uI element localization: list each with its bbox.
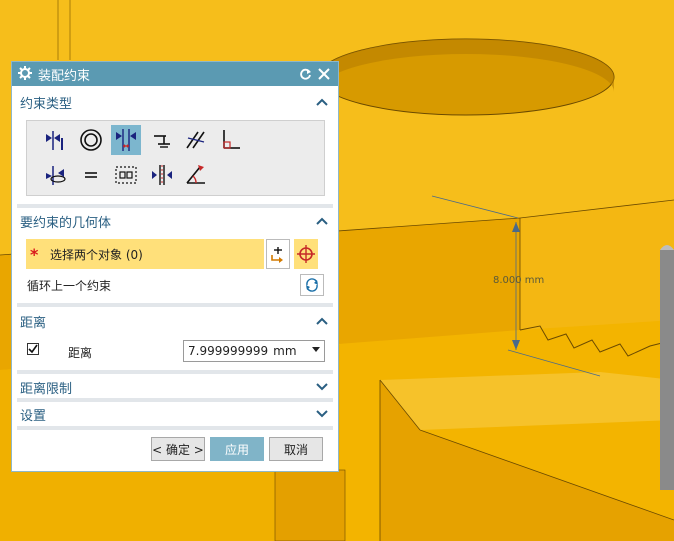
cylinder-part [660,250,674,490]
section-title: 约束类型 [20,96,73,112]
cancel-button[interactable]: 取消 [269,437,323,461]
ok-button[interactable]: < 确定 > [151,437,205,461]
concentric-icon[interactable] [76,125,106,155]
required-marker: * [30,244,39,264]
angle-icon[interactable] [181,160,211,190]
center-icon[interactable] [147,160,177,190]
chevron-up-icon[interactable] [315,214,329,228]
perpendicular-icon[interactable] [215,125,245,155]
distance-label: 距离 [68,346,93,360]
chevron-down-icon[interactable] [315,407,329,421]
touch-align-icon[interactable] [41,125,71,155]
section-settings: 设置 [17,402,333,426]
section-distance: 距离 [17,309,333,333]
gear-icon [18,65,32,83]
distance-value-field[interactable]: 7.999999999 mm [183,340,325,362]
section-header-distance-limits[interactable]: 距离限制 [17,375,333,399]
reset-icon[interactable] [297,66,313,82]
dialog-titlebar: 装配约束 [12,62,338,86]
chevron-up-icon[interactable] [315,314,329,328]
lower-top-face [380,372,674,430]
section-constraint-type: 约束类型 [17,90,333,114]
section-header-distance[interactable]: 距离 [17,309,333,333]
right-face [520,200,674,330]
divider [17,426,333,430]
section-geometry: 要约束的几何体 [17,209,333,233]
apply-button[interactable]: 应用 [210,437,264,461]
section-title: 要约束的几何体 [20,215,112,231]
close-icon[interactable] [316,66,332,82]
fit-icon[interactable] [111,160,141,190]
section-header-constraint-type[interactable]: 约束类型 [17,90,333,114]
cycle-constraint-label: 循环上一个约束 [27,279,112,293]
assembly-constraint-dialog: 装配约束 约束类型 要约束的几何体 * 选择两个对象 (0) 循环上一个约束 距… [11,61,339,472]
section-title: 距离 [20,315,47,331]
section-title: 距离限制 [20,381,73,397]
constraint-type-grid [26,120,325,196]
equal-size-icon[interactable] [76,160,106,190]
select-objects-row[interactable]: * 选择两个对象 (0) [26,239,264,269]
section-header-settings[interactable]: 设置 [17,402,333,426]
chevron-up-icon[interactable] [315,95,329,109]
distance-icon[interactable] [111,125,141,155]
select-objects-label: 选择两个对象 (0) [50,247,143,262]
distance-unit: mm [273,344,297,358]
fix-icon[interactable] [147,125,177,155]
align-lock-icon[interactable] [41,160,71,190]
cycle-constraint-button[interactable] [300,274,324,296]
parallel-icon[interactable] [181,125,211,155]
quick-pick-button[interactable] [266,239,290,269]
distance-value: 7.999999999 [188,344,269,358]
section-distance-limits: 距离限制 [17,375,333,399]
chevron-down-icon[interactable] [315,380,329,394]
chevron-down-icon[interactable] [312,347,320,352]
section-title: 设置 [20,408,47,424]
dimension-label[interactable]: 8.000 mm [493,275,544,286]
divider [17,370,333,374]
dialog-title: 装配约束 [38,68,91,84]
distance-checkbox[interactable] [27,343,39,355]
divider [17,204,333,208]
divider [17,303,333,307]
select-target-button[interactable] [294,239,318,269]
section-header-geometry[interactable]: 要约束的几何体 [17,209,333,233]
